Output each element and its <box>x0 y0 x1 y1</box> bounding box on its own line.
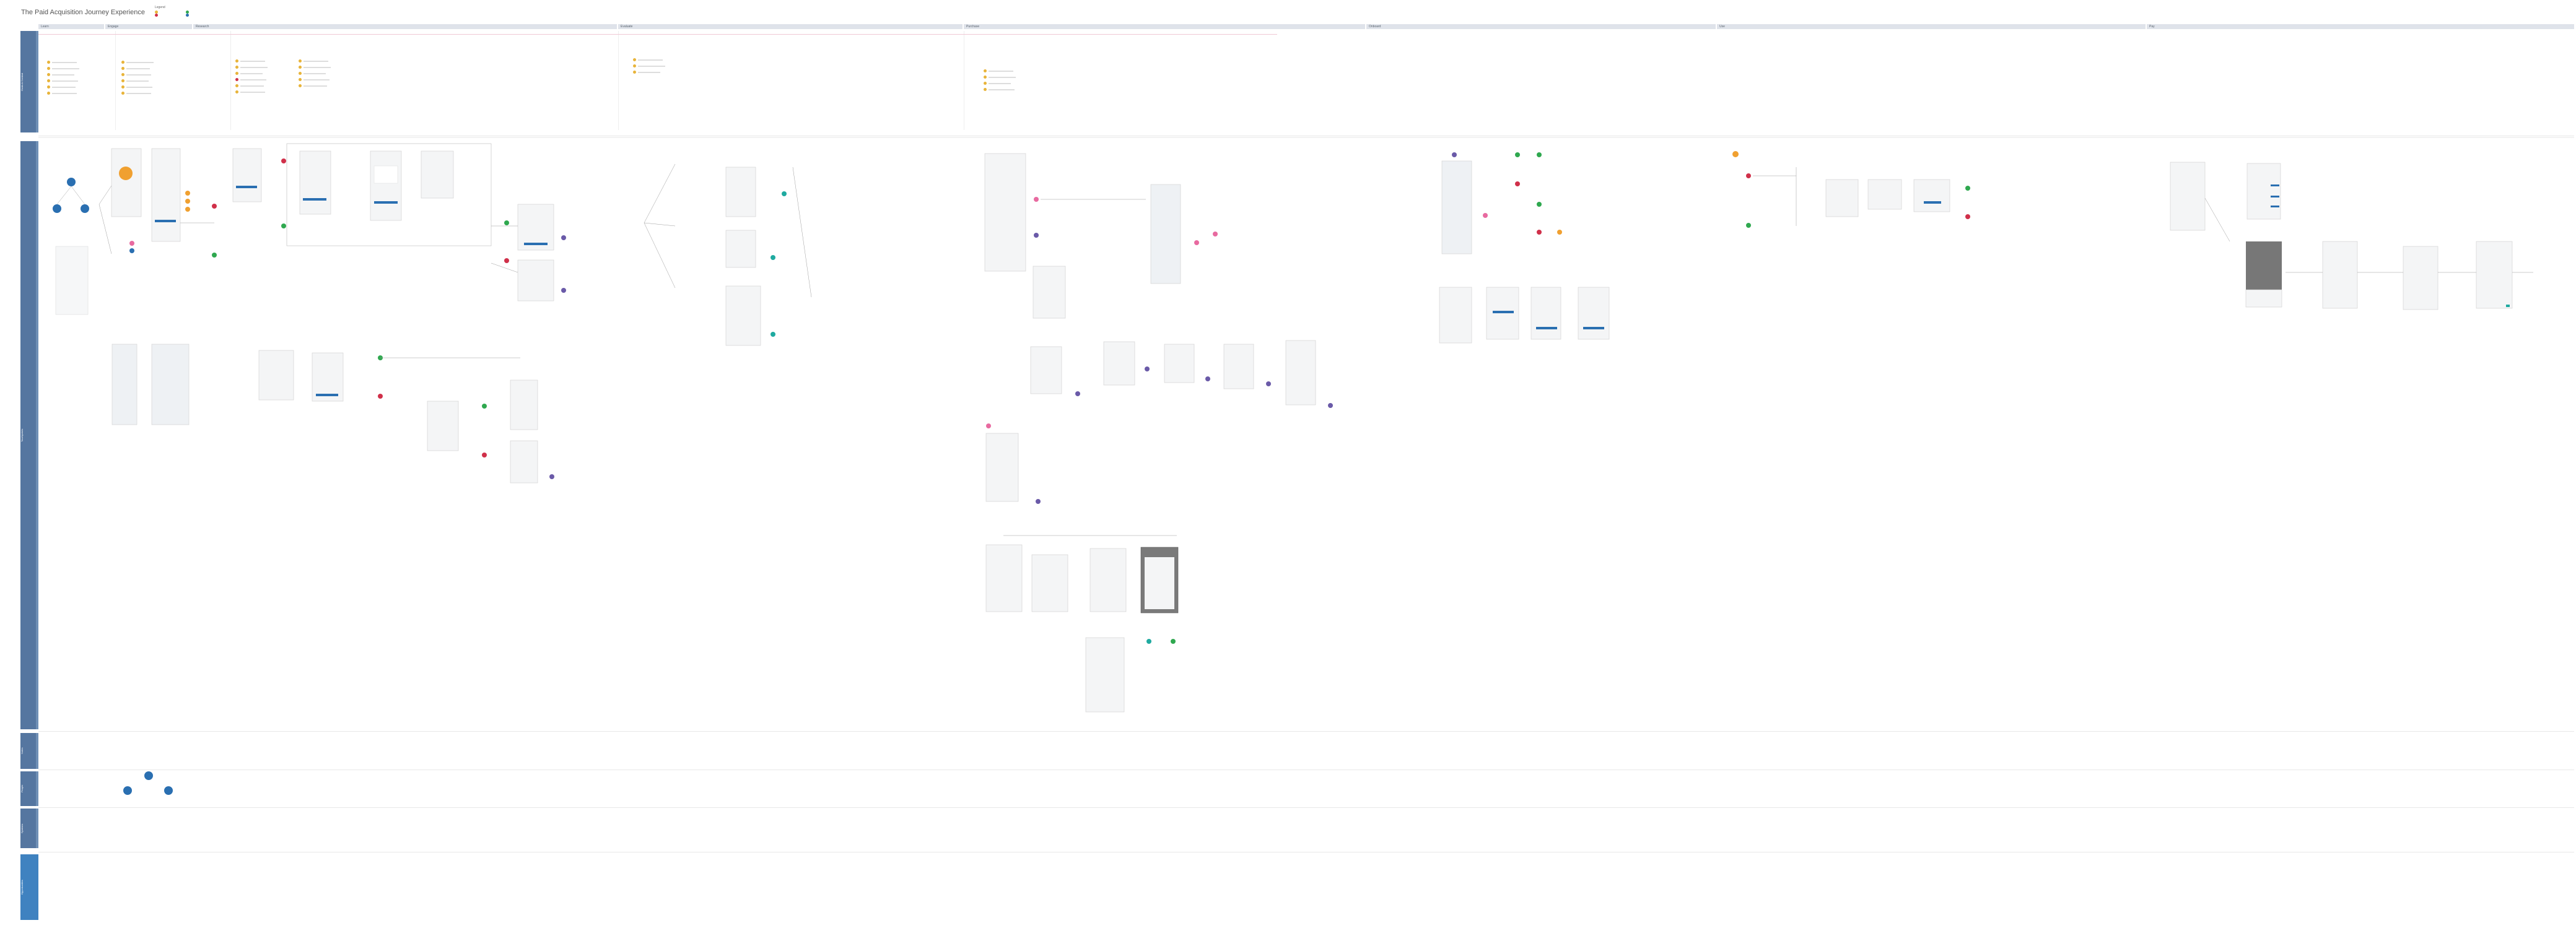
screen-wireframe <box>151 148 181 242</box>
green-dot-icon <box>1537 202 1542 207</box>
person-icon <box>123 786 132 795</box>
red-dot-icon <box>1965 214 1970 219</box>
list-wireframe <box>1441 160 1472 254</box>
person-icon <box>53 204 61 213</box>
pink-dot-icon <box>1194 240 1199 245</box>
purple-dot-icon <box>1075 391 1080 396</box>
screen-wireframe <box>1089 548 1127 612</box>
purple-dot-icon <box>1145 366 1150 371</box>
red-dot-icon <box>281 158 286 163</box>
screen-wireframe <box>1825 179 1859 217</box>
screen-wireframe <box>1439 287 1472 344</box>
text-block <box>55 246 89 315</box>
yellow-dot-icon <box>185 191 190 196</box>
screen-wireframe <box>1578 287 1610 340</box>
teal-dot-icon <box>771 332 775 337</box>
screen-wireframe <box>111 148 142 217</box>
orange-dot-icon <box>1557 230 1562 235</box>
screen-wireframe <box>427 401 459 451</box>
screen-wireframe <box>725 230 756 268</box>
screen-wireframe <box>370 150 402 221</box>
screen-wireframe <box>510 379 538 430</box>
blue-dot-icon <box>129 248 134 253</box>
person-icon <box>164 786 173 795</box>
purple-dot-icon <box>1452 152 1457 157</box>
pink-dot-icon <box>1213 232 1218 236</box>
list-wireframe <box>1150 184 1181 284</box>
purple-dot-icon <box>1034 233 1039 238</box>
screen-wireframe <box>725 167 756 217</box>
red-dot-icon <box>378 394 383 399</box>
screen-wireframe <box>1103 341 1135 386</box>
screen-wireframe <box>2170 162 2206 231</box>
yellow-dot-icon <box>185 207 190 212</box>
screen-wireframe <box>1031 554 1068 612</box>
red-dot-icon <box>1537 230 1542 235</box>
screen-wireframe <box>1285 340 1316 405</box>
purple-dot-icon <box>1266 381 1271 386</box>
screen-wireframe <box>1085 637 1125 713</box>
green-dot-icon <box>1171 639 1176 644</box>
pink-dot-icon <box>1483 213 1488 218</box>
screen-wireframe <box>985 433 1019 502</box>
screen-wireframe <box>2476 241 2513 309</box>
green-dot-icon <box>281 223 286 228</box>
screen-wireframe <box>1530 287 1561 340</box>
purple-dot-icon <box>1036 499 1041 504</box>
table-wireframe <box>2246 163 2281 220</box>
list-wireframe <box>151 344 190 425</box>
screen-wireframe <box>510 440 538 484</box>
screen-wireframe <box>984 153 1026 272</box>
screen-wireframe <box>1164 344 1195 383</box>
image-placeholder <box>2246 241 2282 290</box>
person-icon <box>81 204 89 213</box>
green-dot-icon <box>1537 152 1542 157</box>
screen-wireframe <box>517 259 554 301</box>
screen-wireframe <box>985 544 1023 612</box>
screen-wireframe <box>232 148 262 202</box>
screen-wireframe <box>1033 266 1066 319</box>
screen-wireframe <box>421 150 454 199</box>
purple-dot-icon <box>561 235 566 240</box>
purple-dot-icon <box>561 288 566 293</box>
teal-dot-icon <box>771 255 775 260</box>
red-dot-icon <box>1515 181 1520 186</box>
green-dot-icon <box>1965 186 1970 191</box>
person-icon <box>144 771 153 780</box>
screen-wireframe <box>1867 179 1902 210</box>
screen-wireframe <box>1913 179 1950 212</box>
screen-wireframe <box>258 350 294 401</box>
list-wireframe <box>111 344 138 425</box>
red-dot-icon <box>212 204 217 209</box>
red-dot-icon <box>1746 173 1751 178</box>
green-dot-icon <box>1515 152 1520 157</box>
person-icon <box>67 178 76 186</box>
green-dot-icon <box>482 404 487 409</box>
screen-wireframe <box>2403 246 2438 310</box>
purple-dot-icon <box>1205 376 1210 381</box>
teal-dot-icon <box>782 191 787 196</box>
screen-wireframe <box>299 150 331 215</box>
yellow-dot-icon <box>185 199 190 204</box>
screen-wireframe <box>1223 344 1254 389</box>
green-dot-icon <box>212 253 217 258</box>
screen-wireframe <box>725 285 761 346</box>
screen-wireframe <box>1030 346 1062 394</box>
teal-dot-icon <box>1146 639 1151 644</box>
flow-diagram <box>38 137 2574 795</box>
pink-dot-icon <box>1034 197 1039 202</box>
screen-wireframe <box>2322 241 2358 309</box>
pink-dot-icon <box>129 241 134 246</box>
red-dot-icon <box>482 453 487 457</box>
highlight-icon <box>119 167 133 180</box>
orange-dot-icon <box>1732 151 1739 157</box>
pink-dot-icon <box>986 423 991 428</box>
purple-dot-icon <box>1328 403 1333 408</box>
green-dot-icon <box>504 220 509 225</box>
green-dot-icon <box>1746 223 1751 228</box>
red-dot-icon <box>504 258 509 263</box>
purple-dot-icon <box>549 474 554 479</box>
